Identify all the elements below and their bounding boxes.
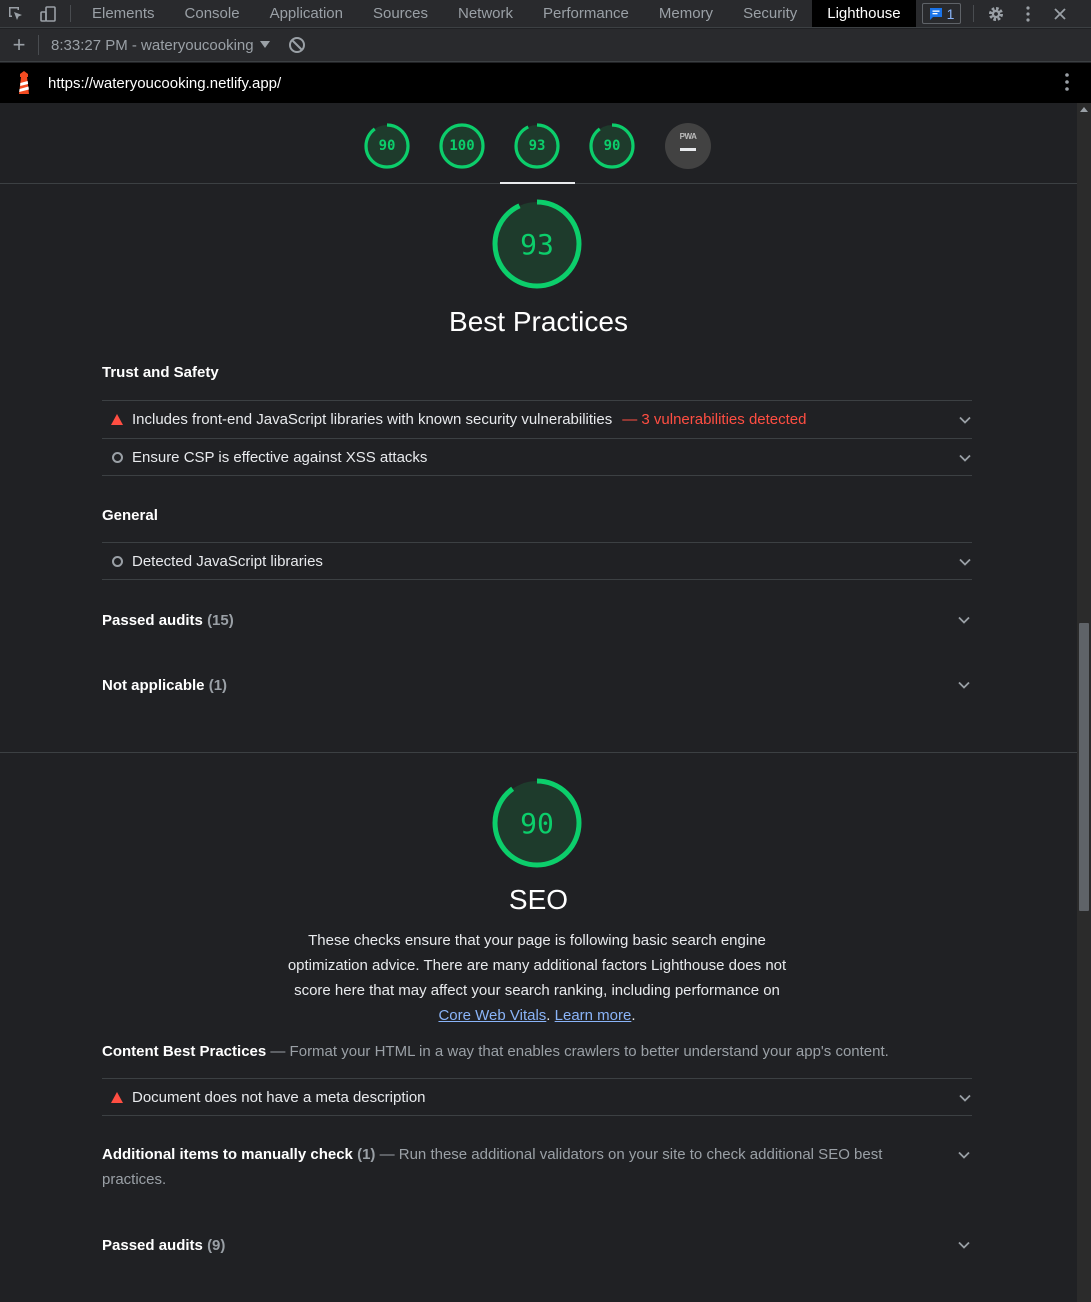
manual-checks-toggle[interactable]: Additional items to manually check (1) —… [102,1142,922,1192]
new-report-plus-icon[interactable]: + [0,32,38,58]
passed-audits-label: Passed audits [102,612,203,629]
scrollbar[interactable] [1077,103,1091,1302]
core-web-vitals-link[interactable]: Core Web Vitals [438,1007,546,1024]
clear-reports-icon[interactable] [288,36,306,54]
gauge-pwa[interactable]: PWA [665,123,711,169]
info-circle-icon [102,555,132,567]
score-value: 93 [528,138,546,154]
scroll-up-arrow-icon[interactable] [1080,107,1088,112]
pwa-label: PWA [679,132,697,141]
audit-warning: — 3 vulnerabilities detected [622,411,807,428]
tab-application[interactable]: Application [255,0,358,27]
chevron-down-icon [959,454,971,462]
active-gauge-underline [500,182,575,184]
seo-score: 90 [520,806,554,840]
lighthouse-toolbar: + 8:33:27 PM - wateryoucooking [0,29,1091,62]
section-divider [0,752,1077,753]
info-circle-icon [102,451,132,463]
toolbar-divider [38,35,39,55]
passed-audits-label: Passed audits [102,1237,203,1254]
audit-csp-xss[interactable]: Ensure CSP is effective against XSS atta… [102,438,972,476]
report-url-bar: https://wateryoucooking.netlify.app/ [0,63,1091,103]
dropdown-arrow-icon [259,41,270,48]
not-applicable-toggle[interactable]: Not applicable (1) [102,677,227,694]
tab-lighthouse[interactable]: Lighthouse [812,0,916,27]
score-value: 100 [449,138,475,154]
group-description: — Format your HTML in a way that enables… [270,1043,889,1060]
tab-performance[interactable]: Performance [528,0,644,27]
scrollbar-thumb[interactable] [1079,623,1089,911]
settings-gear-icon[interactable] [980,0,1012,27]
chat-bubble-icon [929,7,942,20]
audit-js-libraries[interactable]: Detected JavaScript libraries [102,542,972,580]
audit-title: Document does not have a meta descriptio… [132,1088,426,1106]
chevron-down-icon [959,1094,971,1102]
seo-description-text: These checks ensure that your page is fo… [287,932,787,999]
best-practices-score: 93 [520,227,554,261]
group-title-general: General [102,507,158,524]
more-options-icon[interactable] [1012,0,1044,27]
not-applicable-label: Not applicable [102,677,205,694]
chevron-down-icon[interactable] [957,1238,971,1252]
tab-console[interactable]: Console [170,0,255,27]
issues-count: 1 [946,5,955,22]
audit-title: Detected JavaScript libraries [132,552,323,570]
tab-network[interactable]: Network [443,0,528,27]
chevron-down-icon[interactable] [957,678,971,692]
best-practices-gauge: 93 [491,198,583,290]
passed-audits-count: (9) [207,1237,226,1254]
seo-gauge: 90 [491,777,583,869]
manual-checks-count: (1) [357,1146,376,1163]
chevron-down-icon[interactable] [957,613,971,627]
audit-title: Includes front-end JavaScript libraries … [132,411,613,428]
lighthouse-logo-icon [0,71,48,95]
best-practices-title: Best Practices [449,306,628,337]
pwa-dash-icon [680,148,696,151]
report-selector[interactable]: 8:33:27 PM - wateryoucooking [51,37,270,54]
gauge-best-practices[interactable]: 93 [514,123,560,169]
tab-elements[interactable]: Elements [77,0,170,27]
toolbar-divider [973,5,975,22]
score-header: 90 100 93 90 PWA [0,103,1077,184]
not-applicable-count: (1) [208,677,228,694]
fail-triangle-icon [102,1091,132,1103]
chevron-down-icon[interactable] [957,1148,971,1162]
audit-title: Ensure CSP is effective against XSS atta… [132,448,428,466]
group-title-trust-safety: Trust and Safety [102,364,219,381]
group-title-text: Content Best Practices [102,1043,267,1060]
device-toolbar-icon[interactable] [32,0,64,27]
audit-vulnerable-libraries[interactable]: Includes front-end JavaScript libraries … [102,400,972,438]
gauge-accessibility[interactable]: 100 [439,123,485,169]
chevron-down-icon [959,558,971,566]
seo-title: SEO [508,884,569,915]
gauge-performance[interactable]: 90 [364,123,410,169]
passed-audits-toggle[interactable]: Passed audits (15) [102,612,234,629]
audit-meta-description[interactable]: Document does not have a meta descriptio… [102,1078,972,1116]
fail-triangle-icon [102,414,132,425]
issues-button[interactable]: 1 [921,3,962,24]
chevron-down-icon [959,416,971,424]
seo-passed-audits-toggle[interactable]: Passed audits (9) [102,1237,225,1254]
group-title-content-best-practices: Content Best Practices — Format your HTM… [102,1043,889,1060]
tab-security[interactable]: Security [728,0,812,27]
seo-description: These checks ensure that your page is fo… [287,932,787,1024]
report-url[interactable]: https://wateryoucooking.netlify.app/ [48,75,281,92]
close-devtools-icon[interactable] [1044,0,1076,27]
report-menu-icon[interactable] [1065,73,1069,96]
toolbar-divider [70,5,71,22]
inspect-element-icon[interactable] [0,0,32,27]
passed-audits-count: (15) [207,612,234,629]
score-value: 90 [603,138,621,154]
report-selector-label: 8:33:27 PM - wateryoucooking [51,36,254,54]
gauge-seo[interactable]: 90 [589,123,635,169]
learn-more-link[interactable]: Learn more [555,1007,632,1024]
score-value: 90 [378,138,396,154]
tab-sources[interactable]: Sources [358,0,443,27]
tab-memory[interactable]: Memory [644,0,728,27]
devtools-tab-bar: Elements Console Application Sources Net… [0,0,1091,28]
manual-checks-label: Additional items to manually check [102,1146,353,1163]
